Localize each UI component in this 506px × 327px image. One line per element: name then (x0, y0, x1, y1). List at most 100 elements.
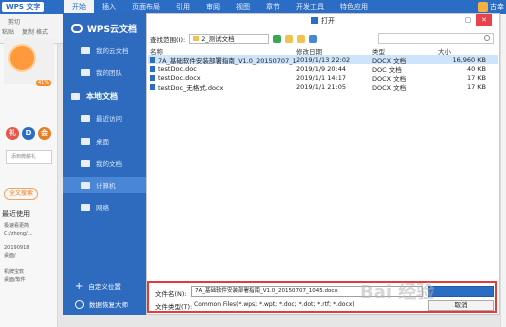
sidebar-item-label: 我的云文档 (96, 47, 129, 55)
file-name-cell: 7A_基础软件安装部署指南_V1.0_20150707_1045... (148, 55, 296, 65)
docx-icon (150, 83, 155, 90)
folder-icon (81, 159, 90, 167)
folder-icon (193, 35, 200, 41)
cloud-doc-icon (81, 46, 90, 54)
paste-button[interactable]: 粘贴 (2, 27, 14, 36)
member-button[interactable]: 会 (38, 127, 51, 140)
file-size: 17 KB (466, 73, 486, 82)
data-recovery-button[interactable]: 数据恢复大师 (63, 296, 146, 312)
sidebar-item-local-docs[interactable]: 本地文档 (63, 88, 146, 104)
sidebar-item-label: 我的团队 (96, 69, 122, 77)
file-name: 7A_基础软件安装部署指南_V1.0_20150707_1045... (158, 56, 296, 65)
file-date: 2019/1/9 20:44 (296, 64, 346, 73)
file-date: 2019/1/1 21:05 (296, 82, 346, 91)
docx-icon (150, 74, 155, 81)
recent-item-title: 20190918 (4, 245, 30, 251)
profile-percent-badge: 41% (36, 80, 52, 86)
search-icon (484, 35, 490, 41)
full-text-search-button[interactable]: 全文搜索 (4, 188, 39, 200)
d-button[interactable]: D (22, 127, 35, 140)
close-button[interactable]: ✕ (476, 14, 492, 26)
tab-sections[interactable]: 章节 (258, 0, 288, 14)
sidebar-item-my-cloud-docs[interactable]: 我的云文档 (63, 42, 146, 58)
file-size: 16,960 KB (452, 55, 486, 64)
tab-insert[interactable]: 插入 (94, 0, 124, 14)
recent-item[interactable]: 极速看更简 C:/zhong/... (4, 222, 33, 238)
gift-button[interactable]: 礼 (6, 127, 19, 140)
sidebar-item-computer[interactable]: 计算机 (63, 177, 146, 193)
sidebar-item-my-documents[interactable]: 我的文档 (63, 155, 146, 171)
user-area[interactable]: 古幸 (478, 1, 504, 13)
sidebar-item-label: 本地文档 (86, 91, 118, 101)
wps-start-panel (0, 44, 58, 327)
sidebar-item-network[interactable]: 网络 (63, 199, 146, 215)
file-row[interactable]: testDoc.doc 2019/1/9 20:44 DOC 文档 40 KB (148, 64, 498, 74)
dialog-title-text: 打开 (321, 17, 335, 25)
tab-features[interactable]: 特色应用 (332, 0, 376, 14)
cut-button[interactable]: 剪切 (8, 17, 20, 26)
recent-item-path: 桌面/ (4, 253, 16, 259)
new-folder-icon[interactable] (297, 34, 306, 43)
file-row[interactable]: testDoc_无格式.docx 2019/1/1 21:05 DOCX 文档 … (148, 82, 498, 92)
watermark: Bai 经验 (360, 282, 435, 303)
side-input[interactable]: 添到微薪礼 (6, 150, 52, 164)
recent-item-path: 桌面/软件 (4, 277, 26, 283)
custom-location-label: 自定义位置 (88, 283, 121, 291)
look-in-label: 查找范围(I): (150, 35, 186, 44)
view-menu-icon[interactable] (309, 34, 318, 43)
wps-writer-icon (311, 17, 318, 24)
monitor-icon (71, 92, 80, 100)
sidebar-item-label: 计算机 (96, 182, 116, 190)
sidebar-item-label: 桌面 (96, 138, 109, 146)
tab-view[interactable]: 视图 (228, 0, 258, 14)
sidebar-item-my-team[interactable]: 我的团队 (63, 64, 146, 80)
look-in-select[interactable]: 2_测试文档 (189, 33, 270, 44)
filename-label: 文件名(N): (155, 290, 187, 298)
profile-avatar[interactable] (8, 44, 36, 72)
right-edge (500, 14, 506, 327)
file-name: testDoc.docx (158, 73, 201, 82)
cancel-button[interactable]: 取消 (428, 300, 494, 311)
file-date: 2019/1/13 22:02 (296, 55, 351, 64)
search-input[interactable] (378, 33, 494, 44)
file-name: testDoc.doc (158, 64, 197, 73)
recent-item[interactable]: 20190918 桌面/ (4, 244, 29, 260)
column-date[interactable]: 修改日期 (296, 46, 372, 56)
recent-title: 最近使用 (2, 210, 30, 218)
recent-item[interactable]: 机牌宝软 桌面/软件 (4, 268, 26, 284)
tab-review[interactable]: 审阅 (198, 0, 228, 14)
data-recovery-label: 数据恢复大师 (89, 301, 128, 309)
open-button[interactable] (428, 286, 494, 297)
plus-icon: + (75, 280, 84, 292)
wps-cloud-label: WPS云文档 (87, 24, 138, 35)
wps-cloud-header[interactable]: WPS云文档 (63, 18, 146, 38)
ribbon-tabs: 开始 插入 页面布局 引用 审阅 视图 章节 开发工具 特色应用 (64, 0, 376, 14)
look-in-value: 2_测试文档 (201, 34, 235, 43)
user-avatar-icon (478, 2, 488, 12)
tab-page-layout[interactable]: 页面布局 (124, 0, 168, 14)
sidebar-item-label: 最近访问 (96, 115, 122, 123)
tab-references[interactable]: 引用 (168, 0, 198, 14)
dialog-title: 打开 (146, 16, 500, 26)
docx-icon (150, 56, 155, 63)
column-size[interactable]: 大小 (438, 46, 494, 56)
up-folder-icon[interactable] (285, 34, 294, 43)
tab-home[interactable]: 开始 (64, 0, 94, 14)
wps-tab-bar: WPS 文字 开始 插入 页面布局 引用 审阅 视图 章节 开发工具 特色应用 … (0, 0, 506, 14)
back-icon[interactable] (273, 34, 282, 43)
sidebar-item-recent[interactable]: 最近访问 (63, 110, 146, 126)
wps-app-button[interactable]: WPS 文字 (2, 2, 45, 12)
file-row[interactable]: 7A_基础软件安装部署指南_V1.0_20150707_1045... 2019… (148, 55, 498, 65)
file-size: 40 KB (466, 64, 486, 73)
file-date: 2019/1/1 14:17 (296, 73, 346, 82)
custom-location-button[interactable]: + 自定义位置 (63, 278, 146, 294)
recent-item-title: 机牌宝软 (4, 269, 25, 275)
maximize-button[interactable]: ▢ (460, 14, 476, 26)
format-painter-button[interactable]: 格式 (36, 27, 48, 36)
file-name-cell: testDoc.docx (148, 74, 296, 82)
sidebar-item-desktop[interactable]: 桌面 (63, 133, 146, 149)
copy-button[interactable]: 复制 (22, 27, 34, 36)
network-icon (81, 203, 90, 211)
tab-developer[interactable]: 开发工具 (288, 0, 332, 14)
sidebar-item-label: 我的文档 (96, 160, 122, 168)
